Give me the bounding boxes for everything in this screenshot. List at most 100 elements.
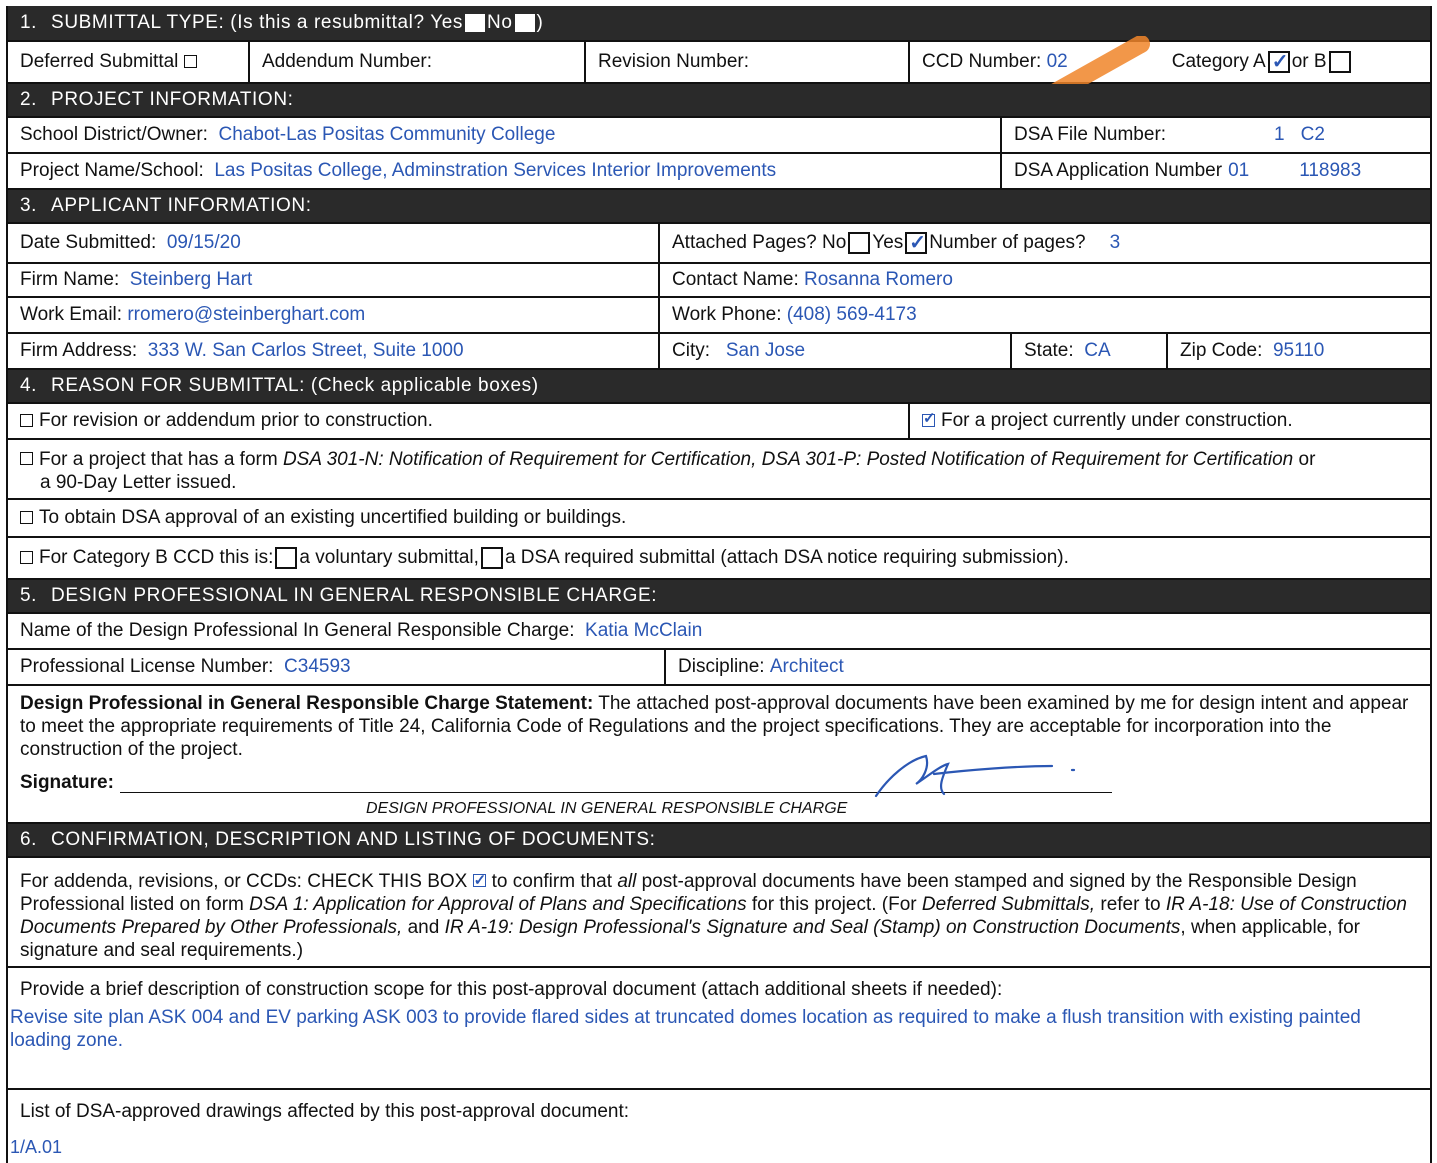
contact-name-value[interactable]: Rosanna Romero	[804, 269, 953, 291]
state-value[interactable]: CA	[1084, 340, 1110, 362]
resubmittal-question: (Is this a resubmittal? Yes	[230, 12, 463, 33]
city-label: City:	[672, 340, 710, 361]
addendum-number-cell: Addendum Number:	[248, 42, 584, 82]
state-label: State:	[1024, 340, 1074, 361]
section-number: 5.	[20, 585, 38, 606]
license-row: Professional License Number: C34593 Disc…	[8, 650, 1430, 686]
section-5-header: 5. DESIGN PROFESSIONAL IN GENERAL RESPON…	[8, 580, 1430, 614]
confirmation-row: For addenda, revisions, or CCDs: CHECK T…	[8, 858, 1430, 968]
required-submittal-checkbox[interactable]	[480, 547, 503, 569]
text-part: For a project that has a form	[39, 449, 278, 470]
section-2-header: 2. PROJECT INFORMATION:	[8, 84, 1430, 118]
text-part: Deferred Submittals,	[921, 894, 1096, 915]
resubmittal-yes-checkbox[interactable]	[465, 14, 485, 32]
signature-label: Signature:	[20, 772, 114, 793]
text-part: DSA 1: Application for Approval of Plans…	[249, 894, 747, 915]
signature-scribble-icon	[874, 754, 1076, 798]
section-number: 3.	[20, 195, 38, 216]
attached-no-checkbox[interactable]	[848, 232, 871, 254]
signature-caption: DESIGN PROFESSIONAL IN GENERAL RESPONSIB…	[366, 800, 848, 817]
resubmittal-no-checkbox[interactable]	[514, 14, 535, 32]
section-title: CONFIRMATION, DESCRIPTION AND LISTING OF…	[51, 829, 656, 850]
project-name-value[interactable]: Las Positas College, Adminstration Servi…	[214, 160, 776, 182]
design-professional-value[interactable]: Katia McClain	[585, 620, 702, 642]
firm-address-value[interactable]: 333 W. San Carlos Street, Suite 1000	[148, 340, 464, 362]
text-part: For Category B CCD this is:	[39, 547, 274, 568]
number-of-pages-value[interactable]: 3	[1110, 232, 1121, 254]
section-6-header: 6. CONFIRMATION, DESCRIPTION AND LISTING…	[8, 824, 1430, 858]
contact-cell: Contact Name: Rosanna Romero	[658, 264, 1430, 296]
text-part: to confirm that	[491, 871, 613, 892]
zip-code-label: Zip Code:	[1180, 340, 1263, 361]
dsa-application-cell: DSA Application Number 01 118983	[1000, 154, 1430, 188]
statement-text: Design Professional in General Responsib…	[20, 692, 1418, 761]
number-of-pages-label: Number of pages?	[929, 232, 1086, 253]
discipline-cell: Discipline: Architect	[664, 650, 1430, 684]
work-phone-value[interactable]: (408) 569-4173	[787, 304, 917, 326]
dsa-file-label: DSA File Number:	[1014, 124, 1167, 145]
date-cell: Date Submitted: 09/15/20	[8, 224, 658, 262]
reason-revision-checkbox[interactable]	[20, 413, 33, 427]
attached-pages-label: Attached Pages? No	[672, 232, 847, 253]
category-b-checkbox[interactable]	[1328, 51, 1351, 73]
section-1-header: 1. SUBMITTAL TYPE: (Is this a resubmitta…	[8, 6, 1430, 42]
deferred-submittal-checkbox[interactable]	[183, 54, 197, 68]
voluntary-submittal-checkbox[interactable]	[275, 547, 298, 569]
reason-revision-cell: For revision or addendum prior to constr…	[8, 404, 908, 438]
section-number: 4.	[20, 375, 38, 396]
discipline-value[interactable]: Architect	[770, 656, 844, 678]
work-email-value[interactable]: rromero@steinberghart.com	[127, 304, 365, 326]
project-name-label: Project Name/School:	[20, 160, 204, 181]
dsa-application-value-1[interactable]: 01	[1228, 160, 1249, 182]
close-paren: )	[536, 12, 544, 33]
section-title: REASON FOR SUBMITTAL: (Check applicable …	[51, 375, 539, 396]
reason-category-b-checkbox[interactable]	[20, 550, 33, 564]
category-a-checkbox[interactable]: ✓	[1267, 51, 1290, 73]
date-submitted-value[interactable]: 09/15/20	[167, 232, 241, 254]
section-title: DESIGN PROFESSIONAL IN GENERAL RESPONSIB…	[51, 585, 658, 606]
district-value[interactable]: Chabot-Las Positas Community College	[219, 124, 556, 146]
reason-uncertified-checkbox[interactable]	[20, 510, 33, 524]
text-part: a DSA required submittal (attach DSA not…	[504, 547, 1069, 568]
discipline-label: Discipline:	[678, 656, 765, 677]
text-part: For addenda, revisions, or CCDs: CHECK T…	[20, 871, 468, 892]
license-cell: Professional License Number: C34593	[8, 650, 664, 684]
post-approval-form: 1. SUBMITTAL TYPE: (Is this a resubmitta…	[6, 6, 1432, 1163]
design-professional-row: Name of the Design Professional In Gener…	[8, 614, 1430, 650]
section-number: 1.	[20, 12, 38, 33]
reason-construction-cell: For a project currently under constructi…	[908, 404, 1430, 438]
dsa-application-value-2[interactable]: 118983	[1299, 160, 1361, 182]
email-row: Work Email: rromero@steinberghart.com Wo…	[8, 298, 1430, 334]
state-cell: State: CA	[1010, 334, 1166, 368]
text-part: a 90-Day Letter issued.	[40, 472, 237, 493]
district-cell: School District/Owner: Chabot-Las Posita…	[8, 118, 1000, 152]
reason-row-2: For a project that has a form DSA 301-N:…	[8, 440, 1430, 500]
category-b-label: or B	[1291, 51, 1327, 72]
section-number: 6.	[20, 829, 38, 850]
text-part: refer to	[1100, 894, 1161, 915]
attached-yes-checkbox[interactable]: ✓	[905, 232, 928, 254]
zip-code-value[interactable]: 95110	[1273, 340, 1324, 362]
section-title: PROJECT INFORMATION:	[51, 89, 294, 110]
dsa-file-value-1[interactable]: 1	[1274, 124, 1285, 146]
reason-revision-label: For revision or addendum prior to constr…	[39, 410, 433, 431]
scope-value[interactable]: Revise site plan ASK 004 and EV parking …	[10, 1006, 1418, 1052]
section-number: 2.	[20, 89, 38, 110]
ccd-number-value[interactable]: 02	[1047, 51, 1068, 73]
firm-name-value[interactable]: Steinberg Hart	[130, 269, 253, 291]
reason-construction-checkbox[interactable]	[922, 409, 936, 427]
category-a-label: Category A	[1171, 51, 1266, 72]
license-number-label: Professional License Number:	[20, 656, 274, 677]
reason-certification-checkbox[interactable]	[20, 452, 33, 466]
work-phone-label: Work Phone:	[672, 304, 782, 325]
revision-number-cell: Revision Number:	[584, 42, 908, 82]
phone-cell: Work Phone: (408) 569-4173	[658, 298, 1430, 332]
license-number-value[interactable]: C34593	[284, 656, 351, 678]
drawings-value[interactable]: 1/A.01	[10, 1136, 1418, 1159]
confirmation-text: For addenda, revisions, or CCDs: CHECK T…	[20, 869, 1418, 962]
dsa-file-value-2[interactable]: C2	[1301, 124, 1325, 146]
district-label: School District/Owner:	[20, 124, 208, 145]
confirmation-checkbox[interactable]	[472, 869, 486, 892]
city-value[interactable]: San Jose	[726, 340, 805, 362]
ccd-number-label: CCD Number:	[922, 51, 1042, 72]
